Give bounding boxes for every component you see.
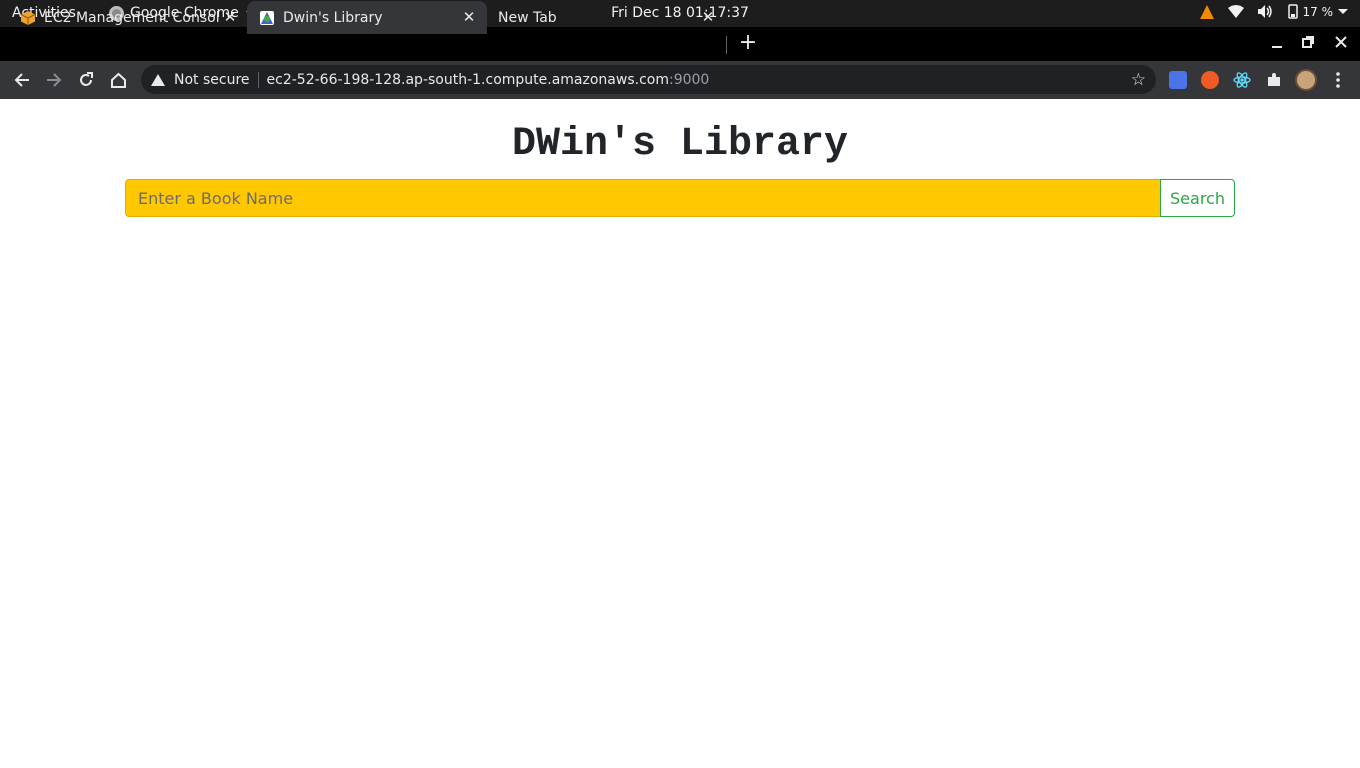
arrow-right-icon [47,73,62,87]
home-icon [110,72,126,88]
tab-new-tab[interactable]: New Tab ✕ [486,1,726,34]
library-favicon-icon [260,10,274,25]
tab-title: EC2 Management Console [44,9,219,26]
tab-ec2-console[interactable]: EC2 Management Console ✕ [8,1,248,34]
search-form: Search [125,179,1235,217]
aws-cube-icon [20,10,36,25]
extensions-puzzle-icon[interactable] [1265,71,1283,89]
profile-avatar[interactable] [1295,69,1317,91]
battery-indicator: 17 % [1287,4,1348,19]
book-search-input[interactable] [125,179,1160,217]
wifi-icon [1227,5,1244,18]
tab-title: New Tab [498,9,557,26]
minimize-button[interactable] [1267,34,1287,54]
security-label[interactable]: Not secure [174,72,250,88]
battery-icon [1287,4,1298,19]
omnibox-divider [257,71,259,88]
close-icon [1335,36,1347,48]
close-window-button[interactable] [1331,34,1351,54]
tab-title: Dwin's Library [283,9,383,26]
extension-orange-icon[interactable] [1201,71,1219,89]
bookmark-star-icon[interactable]: ☆ [1131,70,1146,90]
arrow-left-icon [14,73,29,87]
back-button[interactable] [9,67,35,93]
close-icon[interactable]: ✕ [222,9,238,25]
url-host[interactable]: ec2-52-66-198-128.ap-south-1.compute.ama… [267,72,669,88]
home-button[interactable] [105,67,131,93]
tab-dwins-library[interactable]: Dwin's Library ✕ [247,1,487,34]
address-bar[interactable]: Not secure ec2-52-66-198-128.ap-south-1.… [141,65,1156,94]
battery-percent: 17 % [1302,4,1334,19]
browser-toolbar: Not secure ec2-52-66-198-128.ap-south-1.… [0,61,1360,99]
url-port[interactable]: :9000 [669,72,709,88]
volume-icon [1257,5,1272,18]
restore-button[interactable] [1298,34,1318,54]
react-devtools-icon[interactable] [1233,71,1251,89]
tab-divider [726,36,727,54]
warning-icon[interactable] [151,73,165,86]
search-button[interactable]: Search [1160,179,1235,217]
page-title: DWin's Library [511,122,849,167]
vlc-icon[interactable] [1199,4,1214,19]
restore-icon [1302,36,1314,48]
reload-icon [80,72,93,86]
close-icon[interactable]: ✕ [461,9,477,25]
forward-button[interactable] [41,67,67,93]
new-tab-button[interactable]: + [737,32,759,55]
caret-down-icon [1338,9,1348,14]
reload-button[interactable] [73,67,99,93]
kebab-menu-icon [1336,72,1340,88]
google-translate-icon[interactable] [1169,71,1187,89]
chrome-menu-button[interactable] [1325,67,1351,93]
close-icon[interactable]: ✕ [700,9,716,25]
system-tray[interactable]: 17 % [1199,4,1348,19]
minimize-icon [1272,46,1282,48]
